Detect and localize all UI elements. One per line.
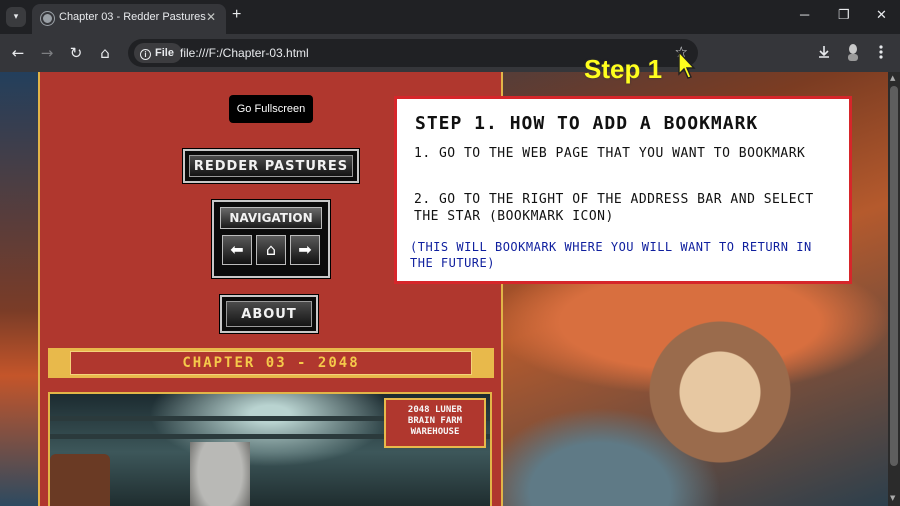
- site-info-label: File: [155, 47, 174, 59]
- scroll-down-arrow[interactable]: ▼: [890, 494, 895, 502]
- scroll-up-arrow[interactable]: ▲: [890, 74, 895, 82]
- background-art-left: [0, 72, 40, 506]
- tab-strip: ▾ Chapter 03 - Redder Pastures ✕ + ─ ❐ ✕: [0, 0, 900, 34]
- globe-icon: [41, 12, 54, 25]
- about-button[interactable]: ABOUT: [219, 294, 319, 334]
- callout-step-2: 2. GO TO THE RIGHT OF THE ADDRESS BAR AN…: [414, 192, 814, 224]
- home-icon[interactable]: ⌂: [256, 235, 286, 265]
- about-label: ABOUT: [226, 301, 312, 327]
- crate: [50, 454, 110, 506]
- page-scrollbar[interactable]: ▲ ▼: [888, 72, 900, 506]
- mouse-pointer-icon: [678, 50, 696, 79]
- image-caption-sign: 2048 LUNER BRAIN FARM WAREHOUSE: [384, 398, 486, 448]
- info-icon: i: [140, 49, 151, 60]
- page-viewport: Go Fullscreen REDDER PASTURES NAVIGATION…: [0, 72, 888, 506]
- instruction-callout: STEP 1. HOW TO ADD A BOOKMARK 1. GO TO T…: [394, 96, 852, 284]
- scroll-thumb[interactable]: [890, 86, 898, 466]
- restore-button[interactable]: ❐: [838, 7, 850, 23]
- arrow-left-icon[interactable]: ⬅: [222, 235, 252, 265]
- close-window-button[interactable]: ✕: [876, 7, 887, 23]
- chapter-title: CHAPTER 03 - 2048: [70, 351, 472, 375]
- sign-line: WAREHOUSE: [410, 427, 460, 437]
- astronaut-figure: [190, 442, 250, 506]
- sign-line: BRAIN FARM: [407, 416, 463, 426]
- sign-line: 2048 LUNER: [407, 405, 463, 415]
- navigation-panel: NAVIGATION ⬅ ⌂ ➡: [211, 199, 331, 279]
- profile-icon[interactable]: [846, 43, 860, 61]
- tab-close-button[interactable]: ✕: [206, 10, 216, 24]
- back-button[interactable]: ←: [8, 43, 28, 63]
- callout-step-1: 1. GO TO THE WEB PAGE THAT YOU WANT TO B…: [414, 146, 806, 161]
- download-icon[interactable]: [816, 44, 832, 60]
- kebab-menu-icon[interactable]: [878, 44, 884, 60]
- fullscreen-button[interactable]: Go Fullscreen: [229, 95, 313, 123]
- arrow-right-icon[interactable]: ➡: [290, 235, 320, 265]
- reload-button[interactable]: ↻: [66, 43, 86, 63]
- title-plate: REDDER PASTURES: [182, 148, 360, 184]
- forward-button[interactable]: →: [37, 43, 57, 63]
- home-button[interactable]: ⌂: [95, 43, 115, 63]
- minimize-button[interactable]: ─: [800, 7, 809, 22]
- callout-title: STEP 1. HOW TO ADD A BOOKMARK: [415, 113, 759, 134]
- step-label: Step 1: [584, 54, 663, 84]
- navigation-title: NAVIGATION: [220, 207, 322, 229]
- tab-title: Chapter 03 - Redder Pastures: [59, 11, 206, 23]
- callout-note: (THIS WILL BOOKMARK WHERE YOU WILL WANT …: [410, 240, 812, 270]
- tab-list-icon[interactable]: ▾: [6, 7, 26, 27]
- new-tab-button[interactable]: +: [232, 6, 241, 24]
- tab-active[interactable]: Chapter 03 - Redder Pastures ✕: [32, 4, 226, 34]
- chapter-banner: CHAPTER 03 - 2048: [48, 348, 494, 378]
- chapter-image: 2048 LUNER BRAIN FARM WAREHOUSE: [48, 392, 492, 506]
- site-info-chip[interactable]: i File: [134, 43, 182, 63]
- site-title: REDDER PASTURES: [189, 155, 353, 177]
- browser-toolbar: ← → ↻ ⌂ i File file:///F:/Chapter-03.html…: [0, 34, 900, 72]
- url-text[interactable]: file:///F:/Chapter-03.html: [180, 46, 309, 60]
